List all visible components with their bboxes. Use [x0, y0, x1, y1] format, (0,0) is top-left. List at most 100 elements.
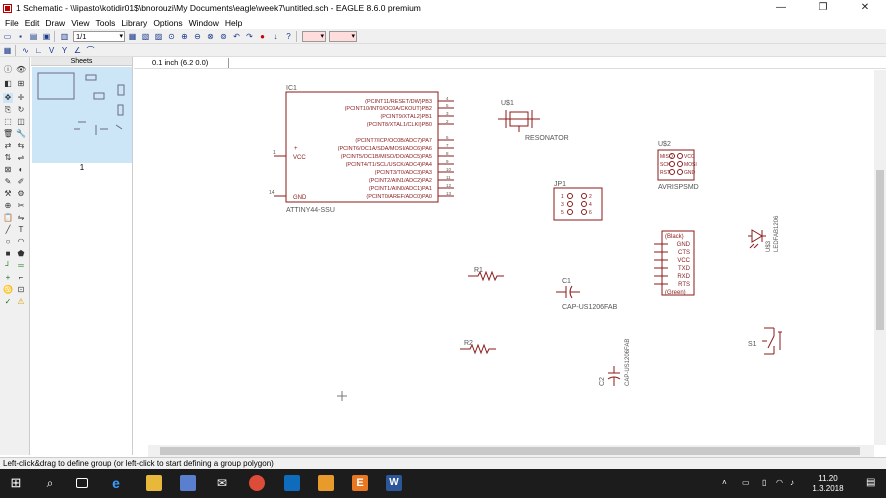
label-icon[interactable]: ⌐	[16, 273, 26, 283]
pinswap-icon[interactable]: ⇆	[16, 141, 26, 151]
frame-icon[interactable]: ⊡	[16, 285, 26, 295]
menu-edit[interactable]: Edit	[25, 18, 40, 28]
tray-chevron-icon[interactable]: ˄	[722, 478, 732, 488]
info-icon[interactable]: ⓘ	[3, 65, 13, 75]
battery-icon[interactable]: ▯	[762, 478, 772, 488]
move-arrow-icon[interactable]: ✛	[16, 93, 26, 103]
minimize-button[interactable]: —	[760, 0, 802, 16]
menu-help[interactable]: Help	[225, 18, 242, 28]
miter-icon[interactable]: ⊠	[3, 165, 13, 175]
file-explorer-icon[interactable]	[146, 475, 162, 491]
arc-icon[interactable]: ◠	[16, 237, 26, 247]
command-input[interactable]	[228, 57, 878, 68]
search-icon[interactable]: ⌕	[42, 475, 58, 491]
replace-icon[interactable]: ⇄	[3, 141, 13, 151]
capacitor-c1[interactable]: C1 CAP-US1206FAB	[556, 278, 618, 311]
wire-bend-icon[interactable]: ∿	[20, 45, 31, 56]
vertical-scroll-thumb[interactable]	[876, 170, 884, 330]
store-icon[interactable]	[180, 475, 196, 491]
save-icon[interactable]: ▪	[15, 31, 26, 42]
network-icon[interactable]: ▭	[742, 478, 752, 488]
value-icon[interactable]: ✐	[16, 177, 26, 187]
avrisp-u2[interactable]: U$2 MISO SCK RST VCC MOSI GND AVRISPSMD	[657, 141, 699, 191]
zoom-out-icon[interactable]: ⊖	[192, 31, 203, 42]
resistor-r2[interactable]: R2	[460, 340, 496, 355]
go-icon[interactable]: ↓	[270, 31, 281, 42]
change-icon[interactable]: ◫	[16, 117, 26, 127]
erc-icon[interactable]: ✓	[3, 297, 13, 307]
bend-45-icon[interactable]: V	[46, 45, 57, 56]
eagle-taskbar-icon[interactable]: E	[352, 475, 368, 491]
design-link-button[interactable]	[302, 30, 326, 42]
zoom-fit-icon[interactable]: ⊙	[166, 31, 177, 42]
text-icon[interactable]: T	[16, 225, 26, 235]
smash-icon[interactable]: ⚒	[3, 189, 13, 199]
taskbar-clock[interactable]: 11.20 1.3.2018	[808, 474, 848, 494]
notifications-icon[interactable]: ▤	[866, 477, 878, 489]
maximize-button[interactable]: ❐	[802, 0, 844, 16]
menu-file[interactable]: File	[5, 18, 19, 28]
mail-icon[interactable]: ✉	[214, 475, 230, 491]
menu-library[interactable]: Library	[121, 18, 147, 28]
ic1-symbol[interactable]: IC1 ATTINY44-SSU VCC GND 1 14 + (PCINT11…	[269, 85, 454, 214]
rect-icon[interactable]: ■	[3, 249, 13, 259]
close-button[interactable]: ✕	[844, 0, 886, 16]
optimize-icon[interactable]: ⚙	[16, 189, 26, 199]
header-jp1[interactable]: JP1 1 3 5 2 4 6	[553, 181, 603, 221]
slice-icon[interactable]: ✂	[16, 201, 26, 211]
rotate-icon[interactable]: ↻	[16, 105, 26, 115]
wrench-icon[interactable]: 🔧	[16, 129, 26, 139]
split-icon[interactable]: ⇌	[16, 153, 26, 163]
mark-icon[interactable]: ⊞	[16, 79, 26, 89]
show-icon[interactable]: 👁	[16, 65, 26, 75]
attribute-icon[interactable]: ♋	[3, 285, 13, 295]
undo-icon[interactable]: ↶	[231, 31, 242, 42]
help-icon[interactable]: ?	[283, 31, 294, 42]
grid-icon[interactable]: ▦	[2, 45, 13, 56]
redo-icon[interactable]: ↷	[244, 31, 255, 42]
gateswap-icon[interactable]: ⇅	[3, 153, 13, 163]
group-icon[interactable]: ⬚	[3, 117, 13, 127]
word-icon[interactable]: W	[386, 475, 402, 491]
vertical-scrollbar[interactable]	[874, 70, 886, 445]
display-icon[interactable]: ◧	[3, 79, 13, 89]
sheet-icon[interactable]: ▥	[59, 31, 70, 42]
open-icon[interactable]: ▭	[2, 31, 13, 42]
resonator-u1[interactable]: U$1 RESONATOR	[498, 100, 569, 142]
polygon-icon[interactable]: ⬟	[16, 249, 26, 259]
resistor-r1[interactable]: R1	[468, 267, 504, 282]
windows-start-icon[interactable]: ⊞	[8, 475, 24, 491]
line-icon[interactable]: ╱	[3, 225, 13, 235]
add-icon[interactable]: ⊕	[3, 201, 13, 211]
print-icon[interactable]: ▤	[28, 31, 39, 42]
schematic-canvas[interactable]: IC1 ATTINY44-SSU VCC GND 1 14 + (PCINT11…	[148, 70, 874, 445]
bend-90-icon[interactable]: ∟	[33, 45, 44, 56]
zoom-in-icon[interactable]: ⊕	[179, 31, 190, 42]
stop-icon[interactable]: ●	[257, 31, 268, 42]
menu-tools[interactable]: Tools	[95, 18, 115, 28]
board-icon[interactable]: ▦	[127, 31, 138, 42]
capacitor-c2[interactable]: C2 CAP-US1206FAB	[599, 339, 631, 386]
circle-icon[interactable]: ○	[3, 237, 13, 247]
menu-options[interactable]: Options	[153, 18, 182, 28]
sublime-icon[interactable]	[318, 475, 334, 491]
menu-view[interactable]: View	[71, 18, 89, 28]
cam-icon[interactable]: ▣	[41, 31, 52, 42]
bend-curve-icon[interactable]: ⌒	[85, 45, 96, 56]
switch-s1[interactable]: S1	[748, 327, 782, 355]
chrome-icon[interactable]	[249, 475, 265, 491]
fusion-sync-button[interactable]	[329, 30, 357, 42]
volume-icon[interactable]: ♪	[790, 478, 800, 488]
sheet-selector[interactable]: 1/1	[73, 30, 125, 42]
move-icon[interactable]: ✥	[3, 93, 13, 103]
warning-icon[interactable]: ⚠	[16, 297, 26, 307]
mirror-icon[interactable]: ⇋	[16, 213, 26, 223]
bend-free-icon[interactable]: Y	[59, 45, 70, 56]
zoom-select-icon[interactable]: ⊗	[205, 31, 216, 42]
edge-icon[interactable]: e	[108, 475, 124, 491]
upload-icon[interactable]: ▧	[140, 31, 151, 42]
horizontal-scrollbar[interactable]	[148, 445, 874, 457]
net-icon[interactable]: ┘	[3, 261, 13, 271]
copy-icon[interactable]: ⎘	[3, 105, 13, 115]
bend-arc-icon[interactable]: ∠	[72, 45, 83, 56]
